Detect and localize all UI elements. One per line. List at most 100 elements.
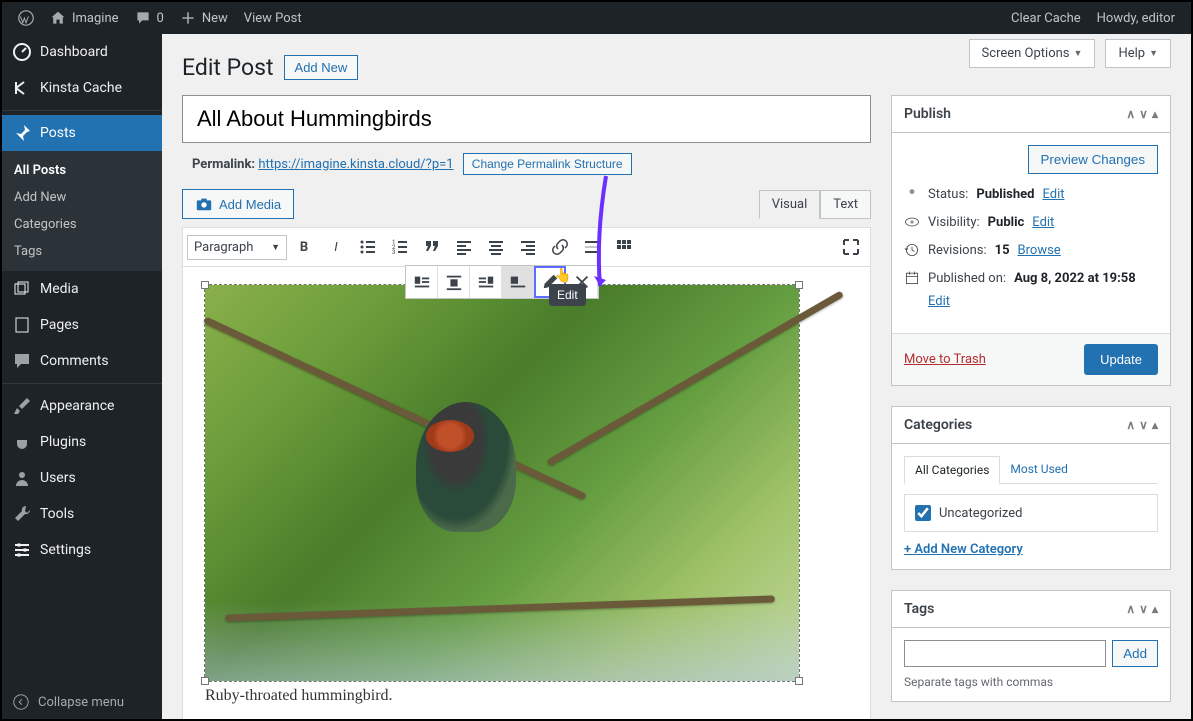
tag-input[interactable]	[904, 640, 1106, 667]
revisions-label: Revisions:	[928, 243, 987, 258]
site-name[interactable]: Imagine	[42, 2, 127, 34]
align-left-button[interactable]	[449, 232, 479, 262]
comments-link[interactable]: 0	[127, 2, 172, 34]
howdy[interactable]: Howdy, editor	[1089, 2, 1183, 34]
img-align-none-button[interactable]	[502, 266, 534, 298]
sidebar-item-all-posts[interactable]: All Posts	[2, 157, 162, 184]
format-select[interactable]: Paragraph▼	[187, 235, 287, 260]
collapse-label: Collapse menu	[38, 695, 124, 710]
chevron-down-icon: ▼	[271, 242, 280, 253]
new-label: New	[202, 11, 228, 26]
panel-down-icon[interactable]: ∨	[1139, 602, 1148, 616]
tab-all-categories[interactable]: All Categories	[904, 456, 1000, 484]
published-edit-link[interactable]: Edit	[928, 294, 1158, 309]
bold-button[interactable]: B	[289, 232, 319, 262]
media-icon	[12, 279, 32, 299]
change-permalink-button[interactable]: Change Permalink Structure	[463, 153, 632, 175]
sidebar-item-comments[interactable]: Comments	[2, 343, 162, 379]
readmore-button[interactable]	[577, 232, 607, 262]
link-button[interactable]	[545, 232, 575, 262]
status-label: Status:	[928, 187, 968, 202]
sidebar-item-posts[interactable]: Posts	[2, 115, 162, 151]
publish-panel-title: Publish	[904, 106, 951, 122]
add-media-button[interactable]: Add Media	[182, 189, 294, 219]
sidebar-item-tags[interactable]: Tags	[2, 238, 162, 265]
wrench-icon	[12, 504, 32, 524]
published-label: Published on:	[928, 271, 1006, 286]
view-post[interactable]: View Post	[236, 2, 310, 34]
sidebar-label: Users	[40, 470, 76, 486]
screen-options-button[interactable]: Screen Options▼	[969, 39, 1096, 68]
panel-toggle-icon[interactable]: ▴	[1152, 107, 1158, 121]
page-title: Edit Post	[182, 54, 274, 81]
number-list-button[interactable]: 123	[385, 232, 415, 262]
revisions-browse-link[interactable]: Browse	[1018, 243, 1061, 258]
sidebar-item-add-new[interactable]: Add New	[2, 184, 162, 211]
pin-icon	[12, 123, 32, 143]
chevron-down-icon: ▼	[1149, 48, 1158, 59]
user-icon	[12, 468, 32, 488]
tab-visual[interactable]: Visual	[759, 190, 821, 219]
panel-toggle-icon[interactable]: ▴	[1152, 602, 1158, 616]
toolbar-toggle-button[interactable]	[609, 232, 639, 262]
sidebar-item-categories[interactable]: Categories	[2, 211, 162, 238]
align-center-button[interactable]	[481, 232, 511, 262]
sidebar-item-media[interactable]: Media	[2, 271, 162, 307]
sidebar-item-users[interactable]: Users	[2, 460, 162, 496]
bullet-list-button[interactable]	[353, 232, 383, 262]
new-content[interactable]: New	[172, 2, 236, 34]
sliders-icon	[12, 540, 32, 560]
img-align-left-button[interactable]	[406, 266, 438, 298]
panel-up-icon[interactable]: ∧	[1126, 107, 1135, 121]
add-tag-button[interactable]: Add	[1112, 640, 1158, 667]
sidebar-label: Settings	[40, 542, 91, 558]
editor-body[interactable]: Edit 👆 Ruby-throated hummingbird.	[182, 267, 871, 719]
status-value: Published	[976, 187, 1034, 202]
move-to-trash-link[interactable]: Move to Trash	[904, 352, 986, 367]
sidebar-item-kinsta[interactable]: Kinsta Cache	[2, 70, 162, 106]
visibility-edit-link[interactable]: Edit	[1032, 215, 1054, 230]
add-category-link[interactable]: + Add New Category	[904, 542, 1023, 557]
sidebar-item-appearance[interactable]: Appearance	[2, 388, 162, 424]
clear-cache[interactable]: Clear Cache	[1003, 2, 1089, 34]
align-right-button[interactable]	[513, 232, 543, 262]
permalink-label: Permalink:	[192, 157, 255, 172]
tab-text[interactable]: Text	[820, 190, 871, 219]
help-button[interactable]: Help▼	[1105, 39, 1171, 68]
panel-up-icon[interactable]: ∧	[1126, 418, 1135, 432]
img-align-right-button[interactable]	[470, 266, 502, 298]
panel-down-icon[interactable]: ∨	[1139, 107, 1148, 121]
preview-changes-button[interactable]: Preview Changes	[1028, 145, 1158, 174]
panel-toggle-icon[interactable]: ▴	[1152, 418, 1158, 432]
italic-button[interactable]: I	[321, 232, 351, 262]
sidebar-item-pages[interactable]: Pages	[2, 307, 162, 343]
calendar-icon	[904, 270, 920, 286]
sidebar-item-tools[interactable]: Tools	[2, 496, 162, 532]
comment-icon	[135, 10, 151, 26]
quote-button[interactable]	[417, 232, 447, 262]
sidebar-item-dashboard[interactable]: Dashboard	[2, 34, 162, 70]
post-image[interactable]	[205, 285, 799, 681]
collapse-menu[interactable]: Collapse menu	[2, 685, 162, 719]
add-new-button[interactable]: Add New	[284, 55, 359, 80]
tab-most-used[interactable]: Most Used	[1000, 456, 1078, 483]
status-edit-link[interactable]: Edit	[1042, 187, 1064, 202]
cursor-icon: 👆	[554, 268, 571, 285]
home-icon	[50, 10, 66, 26]
panel-up-icon[interactable]: ∧	[1126, 602, 1135, 616]
category-checkbox[interactable]	[915, 505, 931, 521]
revisions-icon	[904, 242, 920, 258]
update-button[interactable]: Update	[1084, 344, 1158, 375]
sidebar-label: Posts	[40, 125, 76, 141]
sidebar-label: Appearance	[40, 398, 114, 414]
permalink-url[interactable]: https://imagine.kinsta.cloud/?p=1	[258, 157, 453, 172]
post-title-input[interactable]	[182, 95, 871, 143]
dashboard-icon	[12, 42, 32, 62]
fullscreen-button[interactable]	[836, 232, 866, 262]
panel-down-icon[interactable]: ∨	[1139, 418, 1148, 432]
category-uncategorized[interactable]: Uncategorized	[915, 505, 1147, 521]
wp-logo[interactable]	[10, 2, 42, 34]
sidebar-item-plugins[interactable]: Plugins	[2, 424, 162, 460]
sidebar-item-settings[interactable]: Settings	[2, 532, 162, 568]
img-align-center-button[interactable]	[438, 266, 470, 298]
